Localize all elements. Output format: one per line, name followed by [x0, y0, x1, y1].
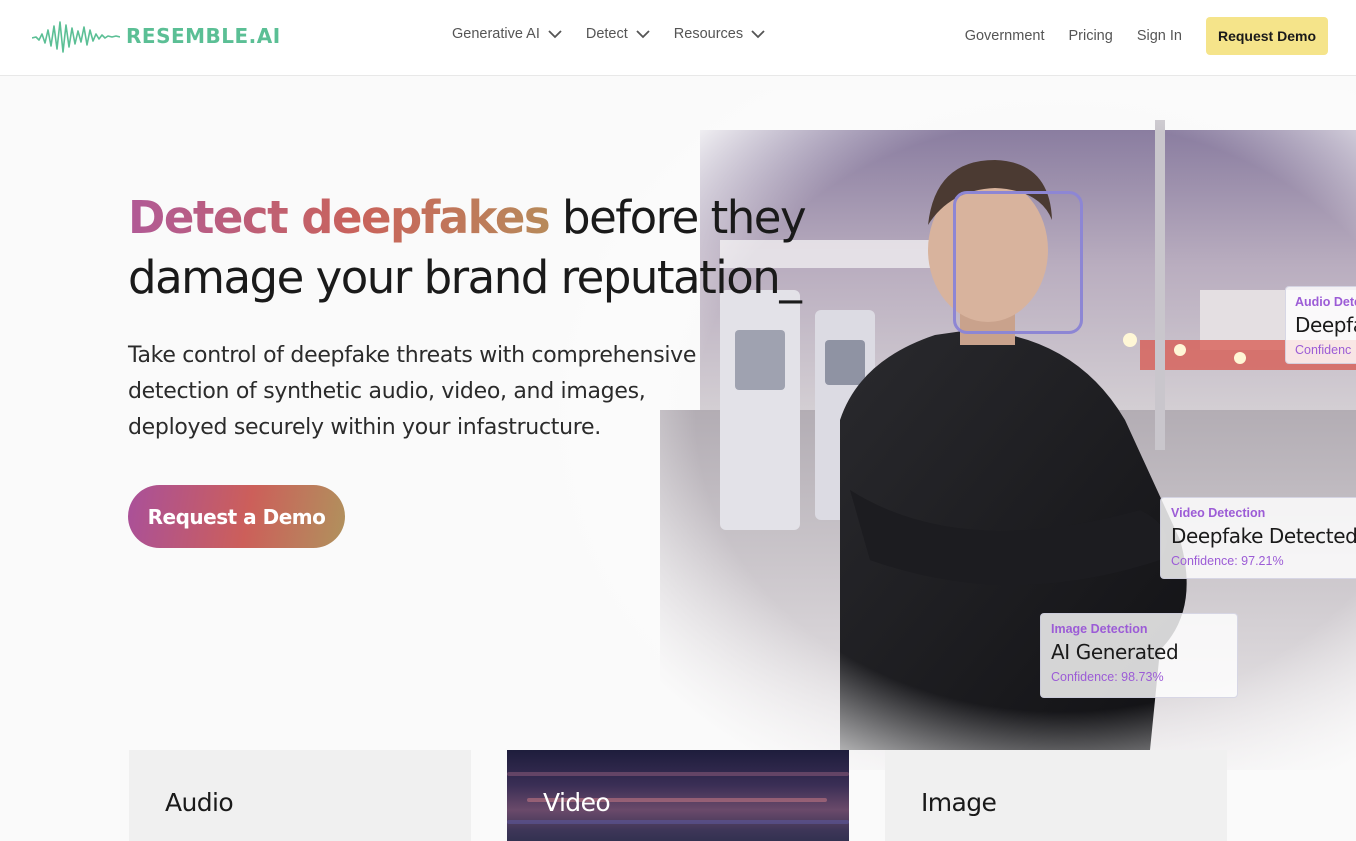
card-label: Audio Dete [1295, 295, 1356, 309]
audio-detection-card: Audio Dete Deepfa Confidenc [1285, 286, 1356, 364]
resemble-logo[interactable]: RESEMBLE.AI [32, 16, 281, 56]
audio-card[interactable]: Audio [129, 750, 471, 841]
menu-detect[interactable]: Detect [586, 26, 650, 42]
main-menu: Generative AI Detect Resources [452, 26, 765, 42]
video-texture [507, 772, 849, 776]
card-confidence: Confidenc [1295, 343, 1352, 357]
card-title: Deepfa [1295, 313, 1356, 337]
waveform-logo-icon [32, 21, 120, 53]
card-confidence: Confidence: 97.21% [1171, 554, 1284, 568]
card-title: Video [543, 788, 611, 817]
logo-text: RESEMBLE.AI [126, 24, 281, 48]
video-texture [507, 820, 849, 824]
hero-headline: Detect deepfakes before they damage your … [128, 188, 828, 308]
card-title: Deepfake Detected [1171, 524, 1356, 548]
headline-line2: damage your brand reputation_ [128, 251, 802, 304]
card-title: AI Generated [1051, 640, 1179, 664]
menu-generative-ai[interactable]: Generative AI [452, 26, 562, 42]
menu-label: Generative AI [452, 26, 540, 42]
top-nav: RESEMBLE.AI Generative AI Detect Resourc… [0, 0, 1356, 76]
nav-right: Government Pricing Sign In Request Demo [965, 17, 1328, 55]
menu-label: Detect [585, 26, 628, 42]
image-card[interactable]: Image [885, 750, 1227, 841]
menu-label: Resources [673, 26, 744, 42]
menu-resources[interactable]: Resources [674, 26, 765, 42]
chevron-down-icon [548, 29, 562, 38]
card-label: Video Detection [1171, 506, 1266, 520]
hero-subtext: Take control of deepfake threats with co… [128, 343, 697, 440]
request-a-demo-button[interactable]: Request a Demo [128, 485, 345, 548]
face-detection-box [953, 191, 1083, 334]
card-title: Audio [165, 788, 234, 817]
card-confidence: Confidence: 98.73% [1051, 670, 1164, 684]
sign-in-link[interactable]: Sign In [1137, 28, 1182, 44]
card-title: Image [921, 788, 997, 817]
image-detection-card: Image Detection AI Generated Confidence:… [1040, 613, 1238, 698]
headline-highlight: Detect deepfakes [128, 191, 551, 244]
pricing-link[interactable]: Pricing [1068, 28, 1112, 44]
video-detection-card: Video Detection Deepfake Detected Confid… [1160, 497, 1356, 579]
chevron-down-icon [751, 29, 765, 38]
headline-rest: before they [549, 191, 807, 244]
chevron-down-icon [636, 29, 650, 38]
card-label: Image Detection [1051, 622, 1148, 636]
video-card[interactable]: Video [507, 750, 849, 841]
request-demo-button[interactable]: Request Demo [1205, 17, 1328, 55]
government-link[interactable]: Government [965, 28, 1045, 44]
